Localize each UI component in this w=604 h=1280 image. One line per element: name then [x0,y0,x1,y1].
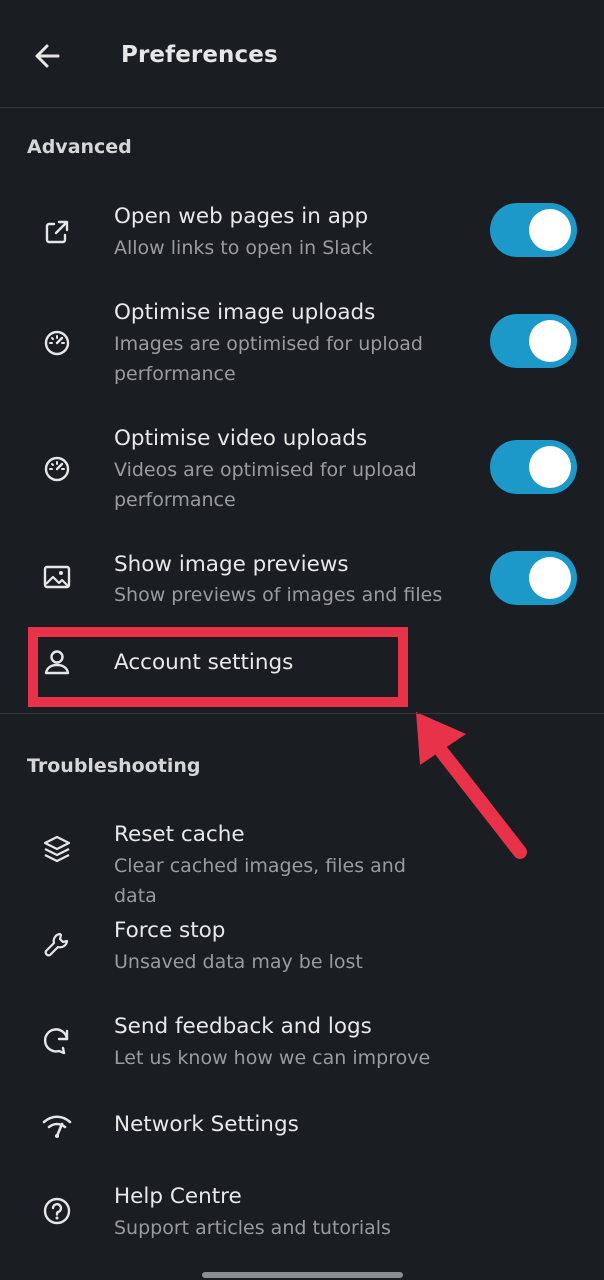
toggle-open-web-pages[interactable] [490,203,577,257]
setting-open-web-pages[interactable]: Open web pages in app Allow links to ope… [0,190,604,275]
page-title: Preferences [121,42,278,68]
setting-subtitle: Images are optimised for upload performa… [114,333,423,385]
highlight-box [28,627,408,707]
setting-title: Help Centre [114,1184,242,1209]
setting-optimise-image-uploads[interactable]: Optimise image uploads Images are optimi… [0,288,604,398]
image-icon [40,560,74,594]
external-link-icon [40,215,74,249]
setting-title: Show image previews [114,552,349,577]
toggle-show-image-previews[interactable] [490,551,577,605]
toggle-optimise-image-uploads[interactable] [490,314,577,368]
setting-subtitle: Clear cached images, files and data [114,855,406,907]
wifi-icon [40,1110,74,1144]
section-label-troubleshooting: Troubleshooting [27,755,201,777]
setting-title: Reset cache [114,822,245,847]
setting-network-settings[interactable]: Network Settings [0,1098,604,1158]
setting-title: Network Settings [114,1112,299,1137]
setting-subtitle: Unsaved data may be lost [114,951,363,973]
home-indicator[interactable] [202,1272,403,1278]
setting-title: Optimise video uploads [114,426,368,451]
arrow-left-icon[interactable] [30,38,66,74]
toggle-optimise-video-uploads[interactable] [490,440,577,494]
section-divider [0,713,604,714]
setting-help-centre[interactable]: Help Centre Support articles and tutoria… [0,1172,604,1252]
setting-optimise-video-uploads[interactable]: Optimise video uploads Videos are optimi… [0,414,604,524]
setting-subtitle: Allow links to open in Slack [114,237,373,259]
setting-send-feedback[interactable]: Send feedback and logs Let us know how w… [0,1002,604,1082]
setting-subtitle: Let us know how we can improve [114,1047,431,1069]
setting-subtitle: Show previews of images and files [114,584,443,606]
setting-title: Send feedback and logs [114,1014,372,1039]
setting-title: Force stop [114,918,226,943]
app-bar: Preferences [0,0,604,108]
setting-title: Optimise image uploads [114,300,376,325]
setting-force-stop[interactable]: Force stop Unsaved data may be lost [0,906,604,986]
setting-subtitle: Support articles and tutorials [114,1217,391,1239]
setting-subtitle: Videos are optimised for upload performa… [114,459,417,511]
layers-icon [40,832,74,866]
speedometer-icon [40,325,74,359]
refresh-chat-icon [40,1024,74,1058]
section-label-advanced: Advanced [27,136,132,158]
setting-reset-cache[interactable]: Reset cache Clear cached images, files a… [0,810,604,907]
speedometer-icon [40,451,74,485]
wrench-icon [40,928,74,962]
setting-show-image-previews[interactable]: Show image previews Show previews of ima… [0,540,604,620]
help-circle-icon [40,1194,74,1228]
setting-title: Open web pages in app [114,204,369,229]
